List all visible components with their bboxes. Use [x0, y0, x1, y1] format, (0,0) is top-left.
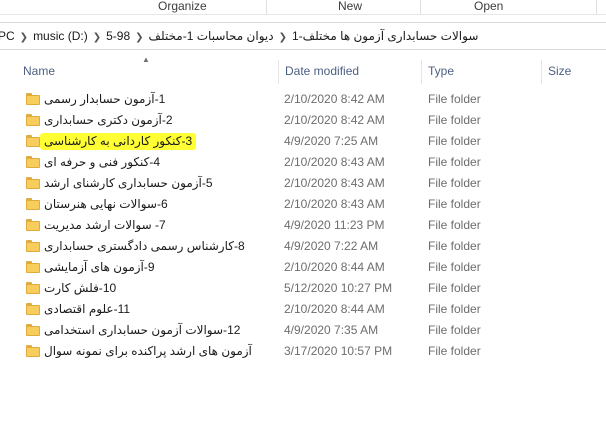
file-type: File folder	[428, 344, 481, 358]
file-type: File folder	[428, 239, 481, 253]
ribbon-separator	[266, 0, 267, 14]
ribbon-separator	[596, 0, 597, 14]
file-name: 6-سوالات نهایی هنرستان	[44, 197, 168, 211]
file-type: File folder	[428, 92, 481, 106]
column-name[interactable]: Name	[23, 58, 55, 84]
file-name: 12-سوالات آزمون حسابداری استخدامی	[44, 323, 241, 337]
list-item[interactable]: 2-آزمون دکتری حسابداری 2/10/2020 8:42 AM F…	[20, 110, 600, 131]
file-date-modified: 2/10/2020 8:44 AM	[284, 302, 385, 316]
column-date-modified[interactable]: Date modified	[285, 58, 359, 84]
list-item[interactable]: 7- سوالات ارشد مدیریت 4/9/2020 11:23 PM Fi…	[20, 215, 600, 236]
file-type: File folder	[428, 218, 481, 232]
list-item[interactable]: 11-علوم اقتصادی 2/10/2020 8:44 AM File fol…	[20, 299, 600, 320]
file-date-modified: 4/9/2020 7:25 AM	[284, 134, 379, 148]
file-type: File folder	[428, 176, 481, 190]
list-item[interactable]: 8-کارشناس رسمی دادگستری حسابداری 4/9/2020…	[20, 236, 600, 257]
list-item[interactable]: 3-کنکور کاردانی به کارشناسی 4/9/2020 7:25…	[20, 131, 600, 152]
chevron-right-icon[interactable]: ❯	[279, 25, 287, 51]
file-date-modified: 2/10/2020 8:43 AM	[284, 197, 385, 211]
file-date-modified: 2/10/2020 8:43 AM	[284, 155, 385, 169]
ribbon-group-organize[interactable]: Organize	[158, 0, 207, 14]
folder-icon	[26, 282, 40, 294]
file-type: File folder	[428, 155, 481, 169]
address-bar[interactable]: PC ❯ music (D:) ❯ 5-98 ❯ دیوان محاسبات 1-مختلف…	[0, 22, 606, 50]
list-item[interactable]: 6-سوالات نهایی هنرستان 2/10/2020 8:43 AM F…	[20, 194, 600, 215]
chevron-right-icon[interactable]: ❯	[93, 25, 101, 51]
column-divider[interactable]	[278, 60, 279, 84]
file-date-modified: 4/9/2020 7:22 AM	[284, 239, 379, 253]
list-item[interactable]: آزمون های ارشد پراکنده برای نمونه سوال 3/…	[20, 341, 600, 362]
column-header: Name Date modified Type Size	[0, 58, 606, 84]
ribbon-group-open[interactable]: Open	[474, 0, 503, 14]
file-date-modified: 4/9/2020 7:35 AM	[284, 323, 379, 337]
folder-icon	[26, 240, 40, 252]
file-name: 5-آزمون حسابداری کارشنای ارشد	[44, 176, 213, 190]
file-name: 9-آزمون های آزمایشی	[44, 260, 155, 274]
folder-icon	[26, 303, 40, 315]
file-name: 10-فلش کارت	[44, 281, 117, 295]
chevron-right-icon[interactable]: ❯	[135, 25, 143, 51]
file-date-modified: 3/17/2020 10:57 PM	[284, 344, 393, 358]
chevron-right-icon[interactable]: ❯	[20, 25, 28, 51]
list-item[interactable]: 10-فلش کارت 5/12/2020 10:27 PM File folder	[20, 278, 600, 299]
folder-icon	[26, 198, 40, 210]
file-type: File folder	[428, 323, 481, 337]
folder-icon	[26, 345, 40, 357]
column-size[interactable]: Size	[548, 58, 571, 84]
folder-icon	[26, 93, 40, 105]
breadcrumb-item-divan[interactable]: دیوان محاسبات 1-مختلف	[149, 23, 274, 49]
file-name: 1-آزمون حسابدار رسمی	[44, 92, 166, 106]
ribbon-separator	[420, 0, 421, 14]
column-divider[interactable]	[421, 60, 422, 84]
folder-icon	[26, 135, 40, 147]
breadcrumb-item-folder-5-98[interactable]: 5-98	[106, 23, 130, 49]
folder-icon	[26, 324, 40, 336]
file-date-modified: 2/10/2020 8:42 AM	[284, 92, 385, 106]
column-type[interactable]: Type	[428, 58, 454, 84]
folder-icon	[26, 114, 40, 126]
file-name: 8-کارشناس رسمی دادگستری حسابداری	[44, 239, 245, 253]
list-item[interactable]: 5-آزمون حسابداری کارشنای ارشد 2/10/2020 8…	[20, 173, 600, 194]
file-date-modified: 2/10/2020 8:44 AM	[284, 260, 385, 274]
breadcrumb-item-current[interactable]: سوالات حسابداری آزمون ها مختلف-1	[292, 23, 478, 49]
list-item[interactable]: 1-آزمون حسابدار رسمی 2/10/2020 8:42 AM Fil…	[20, 89, 600, 110]
file-date-modified: 2/10/2020 8:43 AM	[284, 176, 385, 190]
file-name: 7- سوالات ارشد مدیریت	[44, 218, 166, 232]
file-type: File folder	[428, 113, 481, 127]
file-name: 2-آزمون دکتری حسابداری	[44, 113, 173, 127]
ribbon: Organize New Open	[0, 0, 606, 15]
file-type: File folder	[428, 197, 481, 211]
file-date-modified: 5/12/2020 10:27 PM	[284, 281, 393, 295]
list-item[interactable]: 4-کنکور فنی و حرفه ای 2/10/2020 8:43 AM Fi…	[20, 152, 600, 173]
file-name: 11-علوم اقتصادی	[44, 302, 131, 316]
file-type: File folder	[428, 260, 481, 274]
folder-icon	[26, 219, 40, 231]
breadcrumb: PC ❯ music (D:) ❯ 5-98 ❯ دیوان محاسبات 1-مختلف…	[0, 23, 478, 49]
file-date-modified: 4/9/2020 11:23 PM	[284, 218, 385, 232]
list-item[interactable]: 12-سوالات آزمون حسابداری استخدامی 4/9/202…	[20, 320, 600, 341]
file-type: File folder	[428, 281, 481, 295]
breadcrumb-item-pc[interactable]: PC	[0, 23, 15, 49]
file-date-modified: 2/10/2020 8:42 AM	[284, 113, 385, 127]
file-name: 4-کنکور فنی و حرفه ای	[44, 155, 161, 169]
list-item[interactable]: 9-آزمون های آزمایشی 2/10/2020 8:44 AM File…	[20, 257, 600, 278]
ribbon-group-new[interactable]: New	[338, 0, 362, 14]
breadcrumb-item-drive[interactable]: music (D:)	[33, 23, 88, 49]
file-name: 3-کنکور کاردانی به کارشناسی	[40, 133, 197, 150]
file-name: آزمون های ارشد پراکنده برای نمونه سوال	[44, 344, 252, 358]
folder-icon	[26, 177, 40, 189]
folder-icon	[26, 156, 40, 168]
file-type: File folder	[428, 302, 481, 316]
column-divider[interactable]	[541, 60, 542, 84]
folder-icon	[26, 261, 40, 273]
file-type: File folder	[428, 134, 481, 148]
